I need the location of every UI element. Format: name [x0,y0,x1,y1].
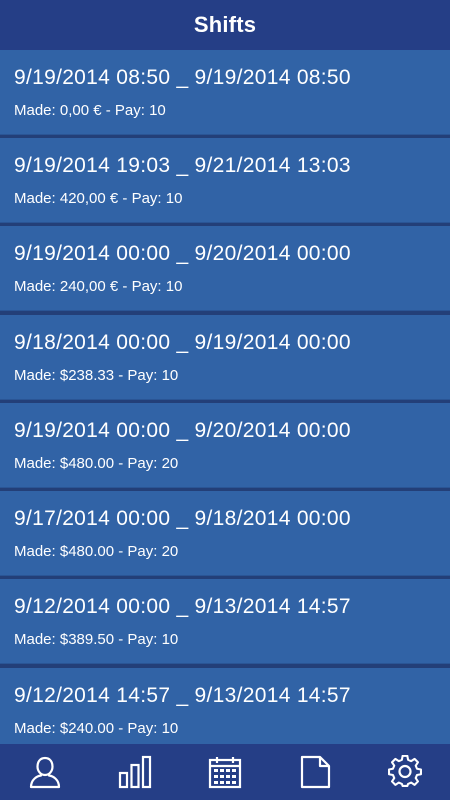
shift-date-range: 9/18/2014 00:00 _ 9/19/2014 00:00 [14,331,351,354]
shift-earnings: Made: $240.00 - Pay: 10 [14,720,179,737]
shift-date-range: 9/12/2014 14:57 _ 9/13/2014 14:57 [14,684,351,707]
shift-date-range: 9/17/2014 00:00 _ 9/18/2014 00:00 [14,507,351,530]
shift-earnings: Made: $480.00 - Pay: 20 [14,543,179,560]
shift-date-range: 9/12/2014 00:00 _ 9/13/2014 14:57 [14,595,351,618]
app-window: Shifts 9/19/2014 08:50 _ 9/19/2014 08:50… [0,0,450,800]
shift-list[interactable]: 9/19/2014 08:50 _ 9/19/2014 08:50 Made: … [0,50,450,744]
shift-row[interactable]: 9/12/2014 14:57 _ 9/13/2014 14:57 Made: … [0,668,450,744]
shift-row[interactable]: 9/19/2014 19:03 _ 9/21/2014 13:03 Made: … [0,138,450,223]
bottom-tab-bar [0,744,450,800]
tab-profile[interactable] [0,744,90,800]
tab-settings[interactable] [360,744,450,800]
shift-row[interactable]: 9/18/2014 00:00 _ 9/19/2014 00:00 Made: … [0,315,450,400]
shift-earnings: Made: $480.00 - Pay: 20 [14,455,179,472]
user-icon [29,756,61,789]
shift-earnings: Made: 240,00 € - Pay: 10 [14,278,183,295]
gear-icon [388,755,422,787]
shift-date-range: 9/19/2014 00:00 _ 9/20/2014 00:00 [14,419,351,442]
shift-earnings: Made: $238.33 - Pay: 10 [14,367,179,384]
page-title: Shifts [193,12,257,37]
document-icon [300,755,331,789]
calendar-icon [208,757,242,789]
tab-reports[interactable] [270,744,360,800]
shift-row[interactable]: 9/12/2014 00:00 _ 9/13/2014 14:57 Made: … [0,579,450,664]
shift-earnings: Made: $389.50 - Pay: 10 [14,631,179,648]
shift-date-range: 9/19/2014 00:00 _ 9/20/2014 00:00 [14,242,351,265]
shift-date-range: 9/19/2014 19:03 _ 9/21/2014 13:03 [14,154,351,177]
shift-earnings: Made: 420,00 € - Pay: 10 [14,190,183,207]
bar-chart-icon [118,755,152,789]
tab-calendar[interactable] [180,744,270,800]
header-bar: Shifts [0,0,450,50]
shift-row[interactable]: 9/19/2014 08:50 _ 9/19/2014 08:50 Made: … [0,50,450,135]
shift-row[interactable]: 9/19/2014 00:00 _ 9/20/2014 00:00 Made: … [0,403,450,488]
shift-earnings: Made: 0,00 € - Pay: 10 [14,102,166,119]
shift-row[interactable]: 9/17/2014 00:00 _ 9/18/2014 00:00 Made: … [0,491,450,576]
tab-statistics[interactable] [90,744,180,800]
shift-row[interactable]: 9/19/2014 00:00 _ 9/20/2014 00:00 Made: … [0,226,450,311]
shift-date-range: 9/19/2014 08:50 _ 9/19/2014 08:50 [14,66,351,89]
